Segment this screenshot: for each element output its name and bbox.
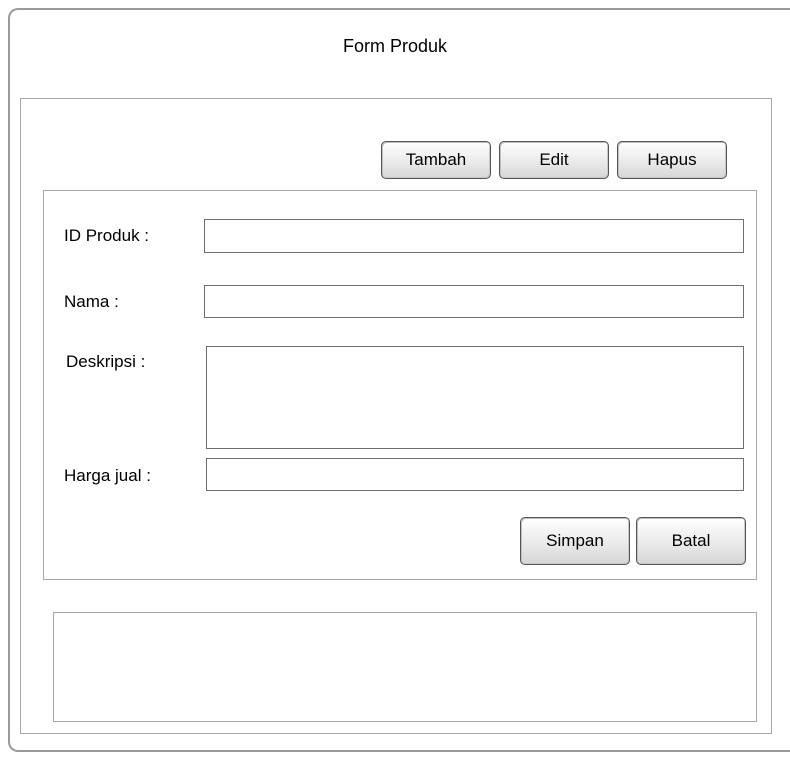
id-produk-label: ID Produk : [64, 226, 150, 245]
save-button[interactable]: Simpan [520, 517, 630, 565]
delete-button[interactable]: Hapus [617, 141, 727, 179]
deskripsi-textarea[interactable] [206, 346, 744, 449]
id-produk-input[interactable] [204, 219, 744, 253]
product-list-area [53, 612, 757, 722]
edit-button[interactable]: Edit [499, 141, 609, 179]
cancel-button[interactable]: Batal [636, 517, 746, 565]
harga-jual-input[interactable] [206, 458, 744, 491]
nama-input[interactable] [204, 285, 744, 318]
deskripsi-label: Deskripsi : [66, 352, 146, 371]
add-button[interactable]: Tambah [381, 141, 491, 179]
page-title: Form Produk [342, 36, 448, 56]
nama-label: Nama : [64, 292, 119, 311]
harga-jual-label: Harga jual : [64, 466, 151, 485]
